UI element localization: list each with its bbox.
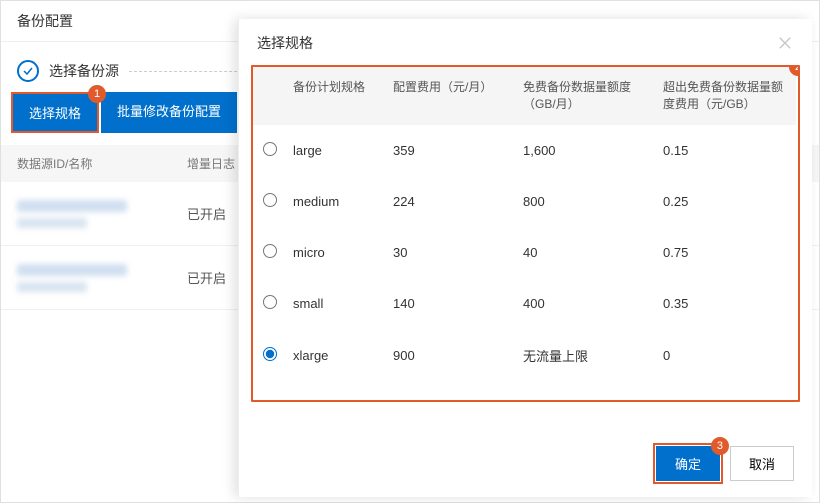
annotation-badge-1: 1 [88, 85, 106, 103]
bg-col-id: 数据源ID/名称 [17, 155, 187, 172]
spec-row[interactable]: small1404000.35 [253, 278, 796, 329]
bg-row-id [17, 200, 187, 228]
spec-price: 900 [393, 348, 523, 363]
bg-row-id [17, 264, 187, 292]
spec-name: xlarge [293, 348, 393, 363]
annotation-badge-3: 3 [711, 437, 729, 455]
spec-over: 0.15 [663, 143, 783, 158]
bg-row-status: 已开启 [187, 268, 226, 287]
spec-row[interactable]: micro30400.75 [253, 227, 796, 278]
spec-table-header: 备份计划规格 配置费用（元/月） 免费备份数据量额度（GB/月） 超出免费备份数… [253, 67, 796, 125]
modal-footer: 确定 3 取消 [239, 432, 812, 497]
spec-over: 0 [663, 348, 783, 363]
modal-title: 选择规格 [257, 33, 313, 53]
blurred-text [17, 200, 127, 212]
spec-name: medium [293, 194, 393, 209]
bg-col-log: 增量日志 [187, 155, 235, 172]
spec-radio[interactable] [263, 347, 277, 361]
spec-name: micro [293, 245, 393, 260]
spec-free: 400 [523, 296, 663, 311]
spec-over: 0.25 [663, 194, 783, 209]
step-check-icon [17, 60, 39, 82]
spec-free: 800 [523, 194, 663, 209]
col-over-header: 超出免费备份数据量额度费用（元/GB） [663, 79, 783, 113]
spec-price: 30 [393, 245, 523, 260]
col-price-header: 配置费用（元/月） [393, 79, 523, 113]
spec-over: 0.35 [663, 296, 783, 311]
spec-free: 1,600 [523, 143, 663, 158]
spec-free: 无流量上限 [523, 346, 663, 365]
col-free-header: 免费备份数据量额度（GB/月） [523, 79, 663, 113]
spec-free: 40 [523, 245, 663, 260]
spec-table-wrap: 2 备份计划规格 配置费用（元/月） 免费备份数据量额度（GB/月） 超出免费备… [251, 65, 800, 402]
spec-price: 359 [393, 143, 523, 158]
confirm-button[interactable]: 确定 3 [656, 446, 720, 481]
spec-radio[interactable] [263, 295, 277, 309]
spec-name: large [293, 143, 393, 158]
tab-select-spec[interactable]: 选择规格 1 [11, 92, 99, 133]
spec-row[interactable]: xlarge900无流量上限0 [253, 329, 796, 382]
confirm-button-label: 确定 [675, 457, 701, 472]
spec-table-body: large3591,6000.15medium2248000.25micro30… [253, 125, 796, 382]
spec-radio[interactable] [263, 193, 277, 207]
col-plan-header: 备份计划规格 [293, 79, 393, 113]
bg-row-status: 已开启 [187, 204, 226, 223]
select-spec-modal: 选择规格 2 备份计划规格 配置费用（元/月） 免费备份数据量额度（GB/月） … [238, 19, 812, 497]
page-root: 备份配置 选择备份源 选择规格 1 批量修改备份配置 数据源ID/名称 增量日志… [0, 0, 820, 503]
spec-radio[interactable] [263, 244, 277, 258]
tab-batch-modify-label: 批量修改备份配置 [117, 104, 221, 119]
step-title: 选择备份源 [49, 61, 119, 81]
spec-name: small [293, 296, 393, 311]
spec-table-scroll[interactable]: 备份计划规格 配置费用（元/月） 免费备份数据量额度（GB/月） 超出免费备份数… [253, 67, 798, 400]
blurred-text [17, 282, 87, 292]
spec-row[interactable]: medium2248000.25 [253, 176, 796, 227]
cancel-button-label: 取消 [749, 457, 775, 472]
modal-body: 2 备份计划规格 配置费用（元/月） 免费备份数据量额度（GB/月） 超出免费备… [239, 65, 812, 432]
blurred-text [17, 218, 87, 228]
spec-price: 224 [393, 194, 523, 209]
cancel-button[interactable]: 取消 [730, 446, 794, 481]
col-radio-header [263, 79, 293, 113]
blurred-text [17, 264, 127, 276]
tab-select-spec-label: 选择规格 [29, 106, 81, 121]
spec-over: 0.75 [663, 245, 783, 260]
close-icon[interactable] [776, 34, 794, 52]
spec-radio[interactable] [263, 142, 277, 156]
spec-price: 140 [393, 296, 523, 311]
tab-batch-modify[interactable]: 批量修改备份配置 [101, 92, 237, 133]
spec-row[interactable]: large3591,6000.15 [253, 125, 796, 176]
modal-header: 选择规格 [239, 19, 812, 65]
